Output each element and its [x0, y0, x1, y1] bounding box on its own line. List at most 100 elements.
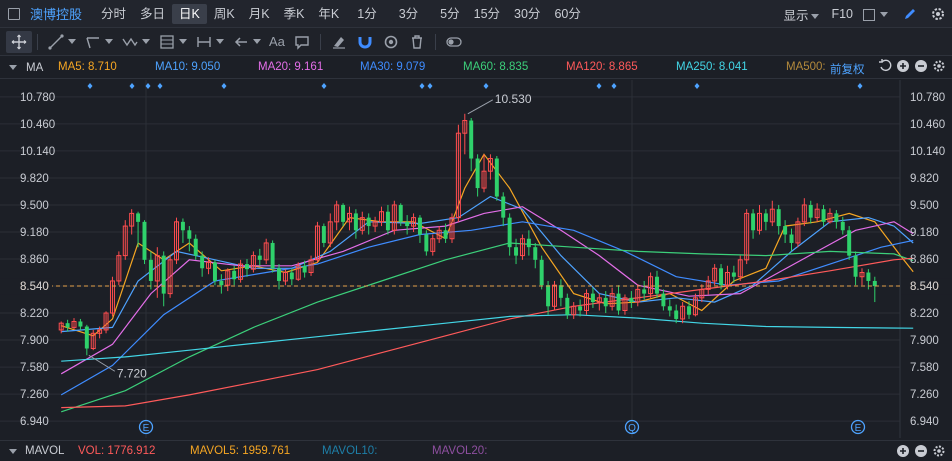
- period-daily-k[interactable]: 日K: [172, 3, 207, 24]
- candle-body: [501, 196, 506, 218]
- news-marker: [857, 83, 863, 89]
- delete-tool[interactable]: [404, 31, 430, 53]
- add-icon[interactable]: [896, 444, 910, 461]
- fibonacci-tool[interactable]: [154, 31, 191, 53]
- y-tick-label-right: 9.180: [910, 227, 939, 239]
- candle-body: [507, 217, 512, 248]
- candle-body: [776, 209, 781, 227]
- period-quarterly-k[interactable]: 季K: [277, 4, 312, 24]
- y-tick-label-left: 8.220: [20, 308, 49, 320]
- candle-body: [642, 289, 647, 294]
- chevron-down-icon: [105, 39, 113, 44]
- candle-body: [731, 272, 736, 277]
- high-pointer: [467, 99, 494, 115]
- volume-title[interactable]: MAVOL: [25, 445, 64, 457]
- ma5-value: MA5: 8.710: [58, 61, 117, 73]
- candlestick-chart[interactable]: 8.540 8.54010.5307.720E Q E 10.780 10.78010.…: [0, 80, 952, 438]
- period-yearly-k[interactable]: 年K: [311, 4, 346, 24]
- display-dropdown[interactable]: 显示: [783, 5, 820, 24]
- candle-body: [578, 306, 583, 311]
- news-marker: [611, 83, 617, 89]
- chevron-down-icon[interactable]: [9, 65, 17, 70]
- news-marker: [129, 83, 135, 89]
- ma20-value: MA20: 9.161: [258, 61, 324, 73]
- candle-body: [834, 213, 839, 222]
- crosshair-tool[interactable]: [6, 30, 32, 53]
- period-15min[interactable]: 15分: [467, 4, 507, 24]
- chevron-down-icon[interactable]: [9, 448, 17, 454]
- remove-icon[interactable]: [914, 444, 928, 461]
- period-monthly-k[interactable]: 月K: [242, 4, 277, 24]
- gear-icon[interactable]: [930, 6, 946, 22]
- eraser-tool[interactable]: [326, 31, 352, 53]
- event-marker-label: E: [855, 423, 862, 434]
- candle-body: [385, 211, 390, 231]
- y-tick-label-left: 8.860: [20, 254, 49, 266]
- adjust-mode-button[interactable]: 前复权: [830, 61, 865, 77]
- period-intraday[interactable]: 分时: [94, 4, 133, 24]
- candle-body: [341, 204, 346, 222]
- candle-body: [687, 306, 692, 315]
- f10-button[interactable]: F10: [831, 7, 853, 21]
- chevron-down-icon: [253, 39, 261, 44]
- channel-tool[interactable]: [80, 31, 117, 53]
- period-weekly-k[interactable]: 周K: [207, 4, 242, 24]
- ma-indicator-bar: MA MA5: 8.710 MA10: 9.050 MA20: 9.161 MA…: [0, 57, 952, 79]
- line-tool[interactable]: [43, 31, 80, 53]
- period-60min[interactable]: 60分: [547, 4, 587, 24]
- ma60-value: MA60: 8.835: [463, 61, 529, 73]
- event-marker-e[interactable]: E: [138, 419, 154, 435]
- candle-body: [674, 310, 679, 319]
- measure-tool[interactable]: [191, 31, 228, 53]
- toggle-drawings-tool[interactable]: [441, 31, 467, 53]
- candle-body: [565, 297, 570, 315]
- news-marker: [427, 83, 433, 89]
- stock-name[interactable]: 澳博控股: [30, 4, 82, 23]
- y-tick-label-left: 8.540: [20, 281, 49, 293]
- reset-icon[interactable]: [878, 59, 892, 73]
- candle-body: [277, 268, 282, 281]
- ma30-value: MA30: 9.079: [360, 61, 426, 73]
- add-icon[interactable]: [896, 59, 910, 73]
- layout-icon[interactable]: [8, 7, 20, 20]
- period-1min[interactable]: 1分: [350, 4, 383, 24]
- topbar-right: 显示 F10: [783, 0, 952, 28]
- y-tick-label-right: 9.820: [910, 173, 939, 185]
- comment-tool[interactable]: [289, 31, 315, 53]
- pen-icon[interactable]: [902, 6, 918, 22]
- arrow-tool[interactable]: [228, 31, 265, 53]
- drawing-toolbar: Aa: [0, 28, 952, 56]
- checkbox-dropdown[interactable]: [863, 7, 888, 21]
- settings-icon[interactable]: [932, 444, 946, 461]
- chevron-down-icon: [880, 12, 888, 18]
- candles: [58, 113, 877, 356]
- news-marker: [596, 83, 602, 89]
- eraser-icon: [332, 36, 345, 49]
- y-tick-label-left: 6.940: [20, 416, 49, 428]
- text-tool[interactable]: Aa: [265, 31, 289, 53]
- period-3min[interactable]: 3分: [392, 4, 425, 24]
- settings-icon[interactable]: [932, 59, 946, 73]
- fibonacci-icon: [160, 34, 174, 49]
- ma-title[interactable]: MA: [26, 62, 60, 74]
- magnet-tool[interactable]: [352, 31, 378, 53]
- candle-body: [475, 158, 480, 189]
- remove-icon[interactable]: [914, 59, 928, 73]
- candle-body: [751, 213, 756, 231]
- period-multiday[interactable]: 多日: [133, 4, 172, 24]
- candle-body: [783, 226, 788, 235]
- display-label: 显示: [783, 8, 809, 23]
- candle-body: [366, 217, 371, 227]
- candle-body: [616, 293, 621, 311]
- vol-value: VOL: 1776.912: [78, 445, 156, 457]
- channel-icon: [86, 36, 99, 48]
- period-30min[interactable]: 30分: [507, 4, 547, 24]
- wave-tool[interactable]: [117, 31, 154, 53]
- ma-line-1: [61, 195, 914, 333]
- ma-line-6: [61, 314, 914, 362]
- visibility-tool[interactable]: [378, 31, 404, 53]
- event-marker-e[interactable]: E: [850, 419, 866, 435]
- event-marker-q[interactable]: Q: [624, 419, 640, 435]
- event-marker-label: Q: [628, 423, 636, 434]
- period-5min[interactable]: 5分: [433, 4, 466, 24]
